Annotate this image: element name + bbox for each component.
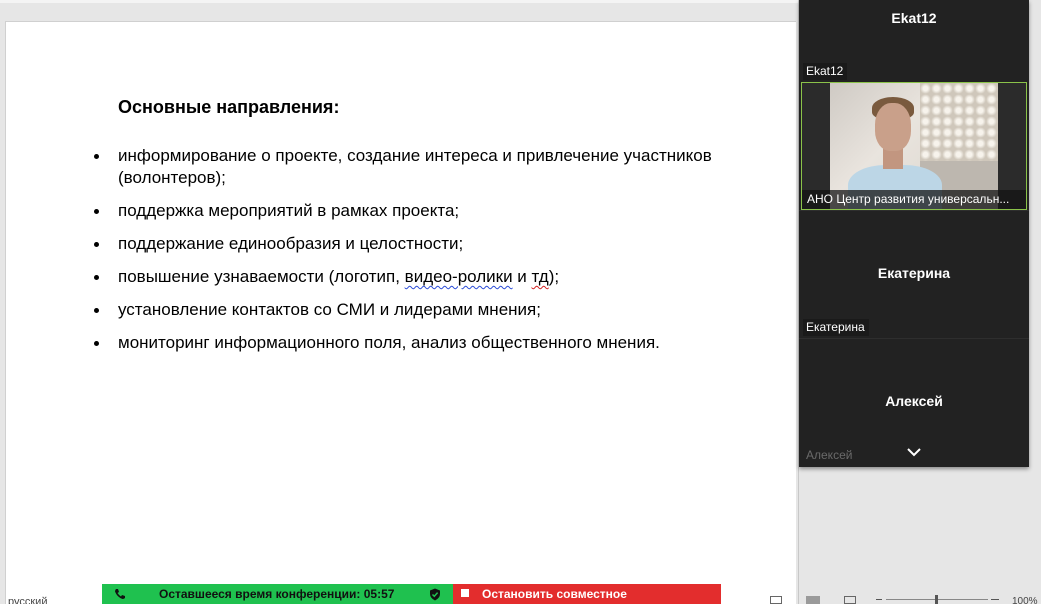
zoom-slider-thumb[interactable] <box>935 595 938 604</box>
print-layout-icon[interactable] <box>806 596 820 604</box>
participant-label: Ekat12 <box>803 63 848 80</box>
video-panel[interactable]: Ekat12 Ekat12 АНО Центр развития универс… <box>799 0 1029 467</box>
stop-sharing-button[interactable]: Остановить совместное использование <box>453 584 721 604</box>
web-layout-icon[interactable] <box>844 596 856 604</box>
video-caption: АНО Центр развития универсальн... <box>802 190 1026 209</box>
zoom-in-icon[interactable] <box>991 599 999 600</box>
conference-timer-bar: Оставшееся время конференции: 05:57 <box>102 584 453 604</box>
spellcheck-word[interactable]: тд <box>532 267 549 286</box>
document-heading: Основные направления: <box>118 97 340 117</box>
person-head <box>875 103 911 151</box>
participant-name-header: Ekat12 <box>891 10 937 26</box>
read-mode-icon[interactable] <box>770 596 782 604</box>
list-item: установление контактов со СМИ и лидерами… <box>92 299 732 321</box>
document-page[interactable]: Основные направления: информирование о п… <box>5 21 796 604</box>
tile-divider <box>799 338 1029 339</box>
list-item: повышение узнаваемости (логотип, видео-р… <box>92 266 732 288</box>
list-item: мониторинг информационного поля, анализ … <box>92 332 732 354</box>
participant-label: Алексей <box>806 448 853 462</box>
stop-icon <box>461 589 469 597</box>
phone-icon <box>115 589 125 599</box>
bullet-icon <box>94 275 99 280</box>
status-bar-controls <box>760 594 1041 604</box>
bullet-icon <box>94 308 99 313</box>
spellcheck-word[interactable]: видео-ролики <box>405 267 513 286</box>
stop-sharing-label: Остановить совместное использование <box>482 587 627 604</box>
list-item: поддержание единообразия и целостности; <box>92 233 732 255</box>
bullet-list: информирование о проекте, создание интер… <box>92 145 732 365</box>
participant-name-header: Екатерина <box>877 265 951 281</box>
status-language[interactable]: русский <box>8 596 47 604</box>
bullet-icon <box>94 154 99 159</box>
bullet-icon <box>94 209 99 214</box>
participant-name-header: Алексей <box>885 393 943 409</box>
zoom-level[interactable]: 100% <box>1012 596 1038 604</box>
participant-label: Екатерина <box>803 319 869 336</box>
acoustic-foam-background <box>920 83 998 163</box>
bullet-icon <box>94 242 99 247</box>
participant-video-tile[interactable]: АНО Центр развития универсальн... <box>801 82 1027 210</box>
shield-icon <box>430 588 440 601</box>
list-item: поддержка мероприятий в рамках проекта; <box>92 200 732 222</box>
document-area: Основные направления: информирование о п… <box>0 0 798 604</box>
bullet-icon <box>94 341 99 346</box>
document-top-edge <box>0 0 798 3</box>
list-item: информирование о проекте, создание интер… <box>92 145 732 189</box>
chevron-down-icon[interactable] <box>906 445 922 459</box>
zoom-out-icon[interactable] <box>876 599 882 600</box>
tile-divider <box>799 210 1029 211</box>
conference-timer-text: Оставшееся время конференции: 05:57 <box>159 587 395 601</box>
